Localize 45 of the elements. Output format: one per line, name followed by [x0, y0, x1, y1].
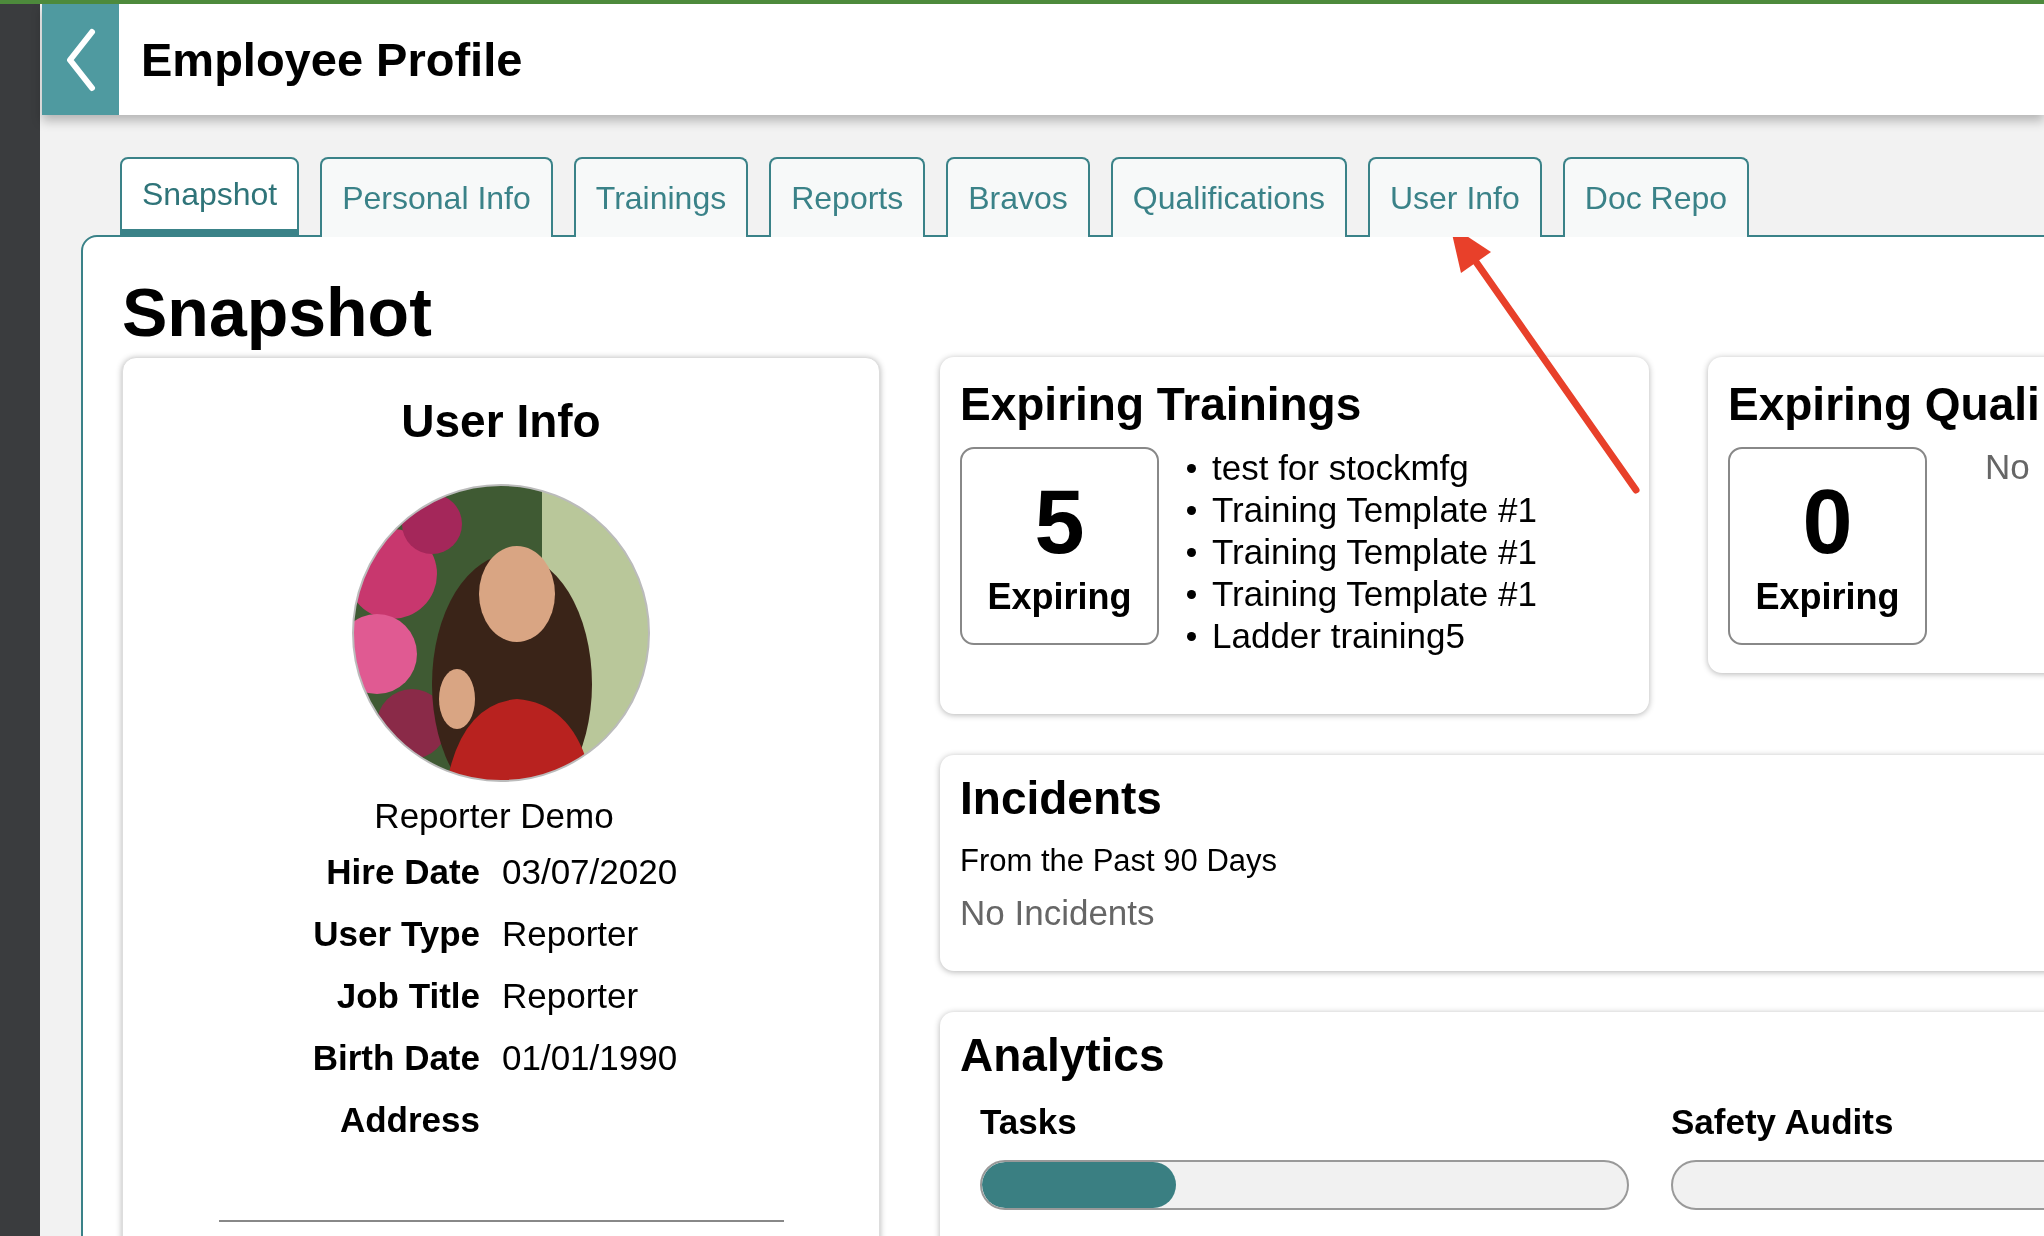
tab[interactable]: Bravos: [946, 157, 1090, 237]
training-item: Ladder training5: [1212, 615, 1465, 657]
field-label: Address: [338, 1099, 480, 1141]
bullet-icon: [1187, 505, 1196, 515]
bullet-icon: [1187, 547, 1196, 557]
meter-label: Safety Audits: [1671, 1102, 1895, 1142]
tab[interactable]: Personal Info: [320, 157, 553, 237]
training-item: Training Template #1: [1212, 531, 1537, 573]
field-value: Reporter: [502, 913, 640, 955]
field-value: 03/07/2020: [502, 851, 679, 893]
card-title: Expiring Trainings: [960, 377, 1363, 431]
card-title: User Info: [401, 394, 601, 448]
field-label: User Type: [312, 913, 480, 955]
tab[interactable]: Snapshot: [120, 157, 300, 237]
bullet-icon: [1187, 589, 1196, 599]
count-number: 0: [1802, 474, 1853, 570]
bullet-icon: [1187, 631, 1196, 641]
field-value: Reporter: [502, 975, 640, 1017]
user-name: Reporter Demo: [374, 796, 614, 836]
card-title: Incidents: [960, 771, 1163, 825]
back-button[interactable]: [42, 4, 119, 115]
field-value: 01/01/1990: [502, 1037, 679, 1079]
training-item: Training Template #1: [1212, 573, 1537, 615]
count-label: Expiring: [987, 576, 1132, 618]
meter-label: Tasks: [980, 1102, 1078, 1142]
section-title: Snapshot: [122, 273, 433, 352]
count-label: Expiring: [1755, 576, 1900, 618]
card-title: Analytics: [960, 1028, 1166, 1082]
field-label: Job Title: [335, 975, 480, 1017]
empty-message: No: [1985, 447, 2030, 488]
tab[interactable]: User Info: [1367, 157, 1542, 237]
tab[interactable]: Reports: [769, 157, 926, 237]
card-subtitle: From the Past 90 Days: [960, 843, 1278, 879]
field-label: Birth Date: [311, 1037, 480, 1079]
bullet-icon: [1187, 463, 1196, 473]
tab[interactable]: Doc Repo: [1562, 157, 1750, 237]
count-number: 5: [1034, 474, 1085, 570]
card-title: Expiring Quali: [1728, 377, 2041, 431]
training-item: Training Template #1: [1212, 489, 1537, 531]
page-header-title: Employee Profile: [141, 32, 523, 87]
empty-message: No Incidents: [960, 893, 1156, 933]
tab[interactable]: Qualifications: [1110, 157, 1347, 237]
tab[interactable]: Trainings: [573, 157, 749, 237]
field-label: Hire Date: [325, 851, 480, 893]
training-item: test for stockmfg: [1212, 447, 1469, 489]
